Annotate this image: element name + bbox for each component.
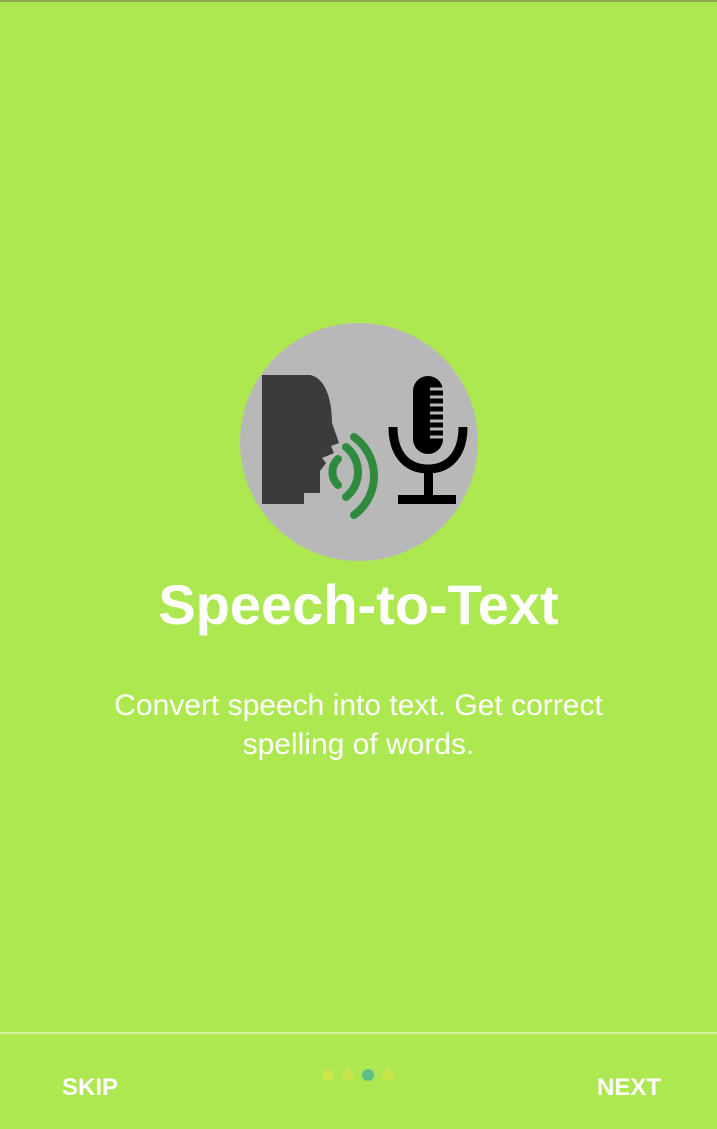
sound-waves-icon [328, 433, 379, 519]
next-button[interactable]: NEXT [597, 1068, 661, 1108]
page-dot-3 [362, 1069, 374, 1081]
page-dot-2 [342, 1069, 354, 1081]
page-indicator [322, 1069, 394, 1083]
page-description: Convert speech into text. Get correct sp… [114, 689, 603, 761]
footer-divider [0, 1032, 717, 1034]
skip-button[interactable]: SKIP [62, 1068, 118, 1108]
top-divider [0, 0, 717, 2]
microphone-icon [388, 376, 468, 504]
speech-to-text-hero-icon [240, 323, 478, 561]
speaking-head-icon [262, 375, 339, 504]
page-title: Speech-to-Text [158, 573, 559, 636]
page-dot-1 [322, 1069, 334, 1081]
page-dot-4 [382, 1069, 394, 1081]
